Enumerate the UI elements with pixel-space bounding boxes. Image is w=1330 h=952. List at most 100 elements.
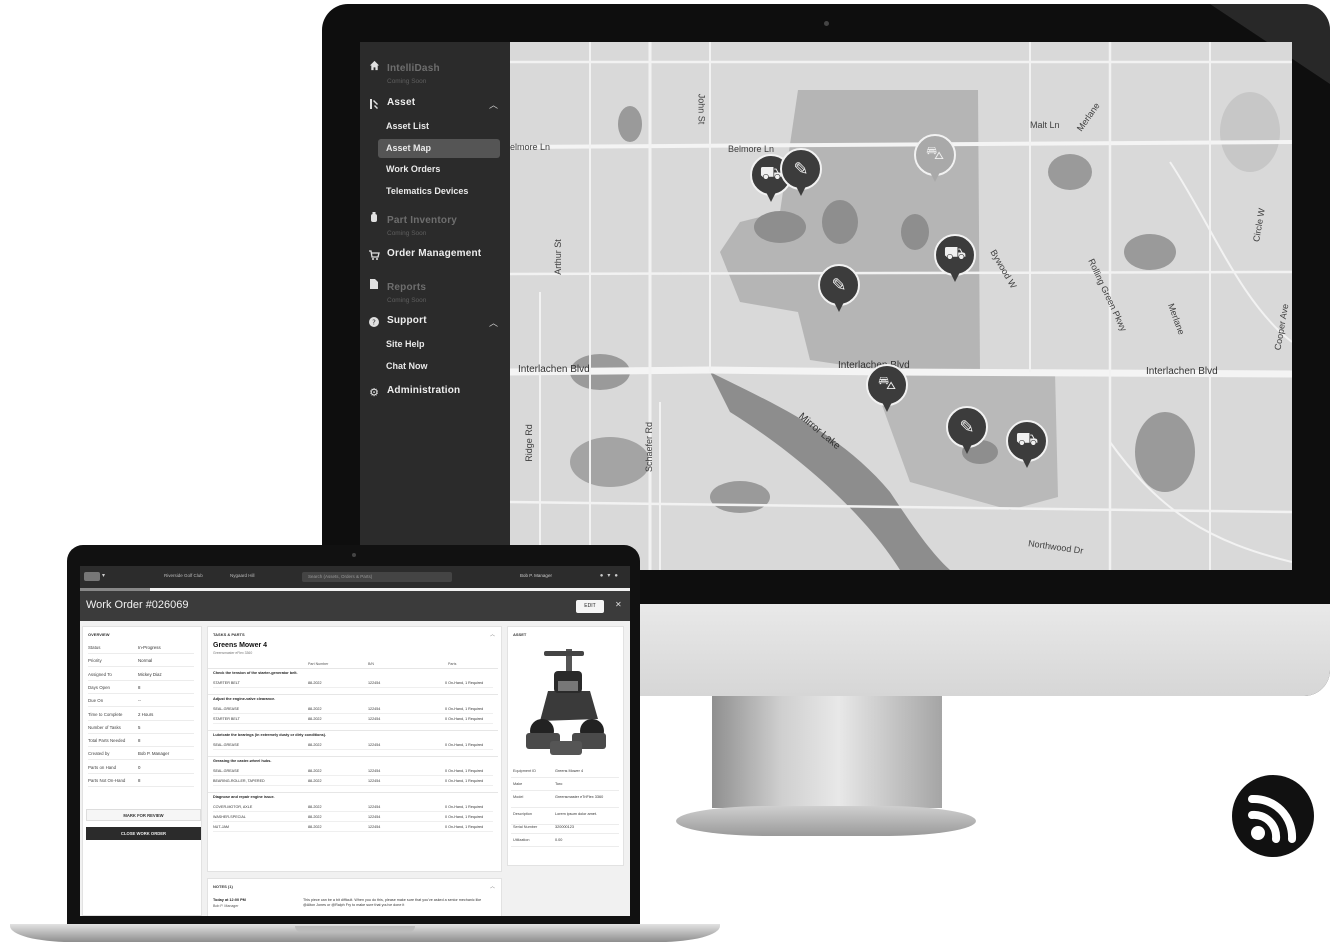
sidebar-label-order-management: Order Management <box>387 248 482 259</box>
sidebar-item-reports[interactable]: Reports Coming Soon <box>368 277 426 304</box>
location-chip[interactable]: Nygaard Hill <box>230 573 255 578</box>
asset-pin[interactable]: ✎ <box>818 264 860 316</box>
street-label: elmore Ln <box>510 142 551 152</box>
part-cell: SEAL-GREASE <box>213 743 240 747</box>
street-label: Ridge Rd <box>523 424 534 462</box>
overview-value: -- <box>138 698 141 704</box>
sidebar-sub-part-inventory: Coming Soon <box>387 230 427 237</box>
asset-key: Equipment ID <box>513 769 537 773</box>
street-label: John St <box>696 93 707 125</box>
part-cell: 0 On-Hand, 1 Required <box>445 815 484 819</box>
overview-row: Time to Complete 2 Hours <box>88 708 194 721</box>
sidebar-item-site-help[interactable]: Site Help <box>386 339 425 349</box>
chevron-up-icon[interactable]: ︿ <box>489 316 498 329</box>
asset-pin[interactable]: ✎ <box>946 406 988 458</box>
part-cell: 88-2022 <box>308 779 322 783</box>
overview-key: Created by <box>88 751 110 757</box>
asset-pin[interactable]: ✎ <box>780 148 822 200</box>
trimmer-icon: ✎ <box>818 264 860 306</box>
part-cell: 0 On-Hand, 1 Required <box>445 825 484 829</box>
asset-map[interactable]: elmore Ln Belmore Ln John St Malt Ln Mer… <box>510 42 1292 570</box>
top-bar: ▾ Riverside Golf Club Nygaard Hill Searc… <box>80 566 630 588</box>
sidebar-item-asset-map[interactable]: Asset Map <box>378 139 500 158</box>
user-menu[interactable]: Bob P. Manager <box>520 573 552 578</box>
part-cell: STARTER BELT <box>213 717 240 721</box>
overview-heading: OVERVIEW <box>88 632 110 637</box>
overview-card: OVERVIEW Status In-Progress Priority Normal… <box>82 626 202 916</box>
location-chip[interactable]: Riverside Golf Club <box>164 573 203 578</box>
sidebar-item-part-inventory[interactable]: Part Inventory Coming Soon <box>368 210 457 237</box>
sidebar-item-intellidash[interactable]: IntelliDash Coming Soon <box>368 58 440 85</box>
laptop-notch <box>295 926 415 932</box>
asset-pin[interactable]: ⛟ <box>1006 420 1048 472</box>
overview-row: Total Parts Needed 8 <box>88 734 194 748</box>
overview-value: Normal <box>138 658 153 664</box>
wireless-signal-icon <box>1248 794 1297 843</box>
asset-row: Serial Number 320000123 <box>511 821 619 834</box>
file-icon <box>368 278 380 290</box>
svg-text:?: ? <box>372 319 376 327</box>
tasks-parts-card: TASKS & PARTS ︿ Greens Mower 4 Greensmas… <box>207 626 502 872</box>
sidebar-item-work-orders[interactable]: Work Orders <box>386 164 440 174</box>
asset-pin[interactable]: ⛟ <box>934 234 976 286</box>
tasks-heading: TASKS & PARTS <box>213 632 245 637</box>
part-cell: 122454 <box>368 743 381 747</box>
part-cell: 0 On-Hand, 1 Required <box>445 681 484 685</box>
overview-value: 2 Hours <box>138 711 154 717</box>
part-cell: 0 On-Hand, 1 Required <box>445 743 484 747</box>
sidebar-item-telematics-devices[interactable]: Telematics Devices <box>386 186 468 196</box>
sidebar-item-support[interactable]: ? Support <box>368 315 427 328</box>
search-input[interactable]: Search (Assets, Orders & Parts) <box>302 572 452 582</box>
overview-row: Parts Not On-Hand 8 <box>88 774 194 787</box>
part-cell: 0 On-Hand, 1 Required <box>445 805 484 809</box>
overview-row: Parts on Hand 0 <box>88 761 194 774</box>
chevron-up-icon[interactable]: ︿ <box>489 98 498 111</box>
sidebar-item-chat-now[interactable]: Chat Now <box>386 361 428 371</box>
overview-key: Due On <box>88 698 104 704</box>
page-header: Work Order #026069 EDIT ✕ <box>80 591 630 621</box>
notification-icons[interactable]: ●▾● <box>600 572 622 579</box>
monitor-base <box>676 806 976 836</box>
mower-icon: ⛍ <box>866 364 908 406</box>
task-title: Greasing the caster-wheel hubs. <box>213 759 272 763</box>
asset-key: Serial Number <box>513 825 538 829</box>
task-title: Adjust the engine-valve clearance. <box>213 697 276 701</box>
part-cell: BEARING-ROLLER, TAPERED <box>213 779 265 783</box>
part-cell: 122454 <box>368 805 381 809</box>
overview-key: Priority <box>88 658 102 664</box>
part-cell: STARTER BELT <box>213 681 240 685</box>
close-work-order-button[interactable]: CLOSE WORK ORDER <box>86 827 201 840</box>
overview-key: Days Open <box>88 684 110 690</box>
divider <box>208 668 498 669</box>
chevron-down-icon[interactable]: ▾ <box>102 572 105 579</box>
asset-value: Toro <box>555 782 563 786</box>
close-icon[interactable]: ✕ <box>615 600 622 609</box>
part-cell: 88-2022 <box>308 717 322 721</box>
app-logo[interactable] <box>84 572 100 581</box>
monitor-camera <box>824 21 829 26</box>
part-row: SEAL-GREASE 88-2022 122454 0 On-Hand, 1 Req… <box>213 741 493 750</box>
asset-pin[interactable]: ⛍ <box>914 134 956 186</box>
notes-card: NOTES (1) ︿ Today at 12:00 PM Bob P. Man… <box>207 878 502 916</box>
asset-pin[interactable]: ⛍ <box>866 364 908 416</box>
street-label: Schaefer Rd <box>644 421 655 473</box>
overview-row: Due On -- <box>88 694 194 708</box>
part-cell: 88-2022 <box>308 743 322 747</box>
asset-heading: ASSET <box>513 632 527 637</box>
chevron-up-icon[interactable]: ︿ <box>490 883 495 890</box>
note-text: This piece can be a bit difficult. When … <box>303 898 482 907</box>
part-cell: 88-2022 <box>308 707 322 711</box>
sidebar-item-asset[interactable]: Asset <box>368 97 415 110</box>
asset-value: Greens Mower 4 <box>555 769 584 773</box>
sidebar-item-order-management[interactable]: Order Management <box>368 248 481 261</box>
overview-value: 0 <box>138 764 141 770</box>
overview-value: 5 <box>138 724 141 730</box>
chevron-up-icon[interactable]: ︿ <box>490 631 495 638</box>
mark-for-review-button[interactable]: MARK FOR REVIEW <box>86 809 201 821</box>
street-label: Interlachen Blvd <box>1146 366 1218 377</box>
overview-value: 8 <box>138 778 141 783</box>
overview-key: Parts on Hand <box>88 764 117 770</box>
edit-button[interactable]: EDIT <box>576 600 604 613</box>
sidebar-item-administration[interactable]: ⚙ Administration <box>368 385 460 399</box>
sidebar-item-asset-list[interactable]: Asset List <box>386 121 429 131</box>
